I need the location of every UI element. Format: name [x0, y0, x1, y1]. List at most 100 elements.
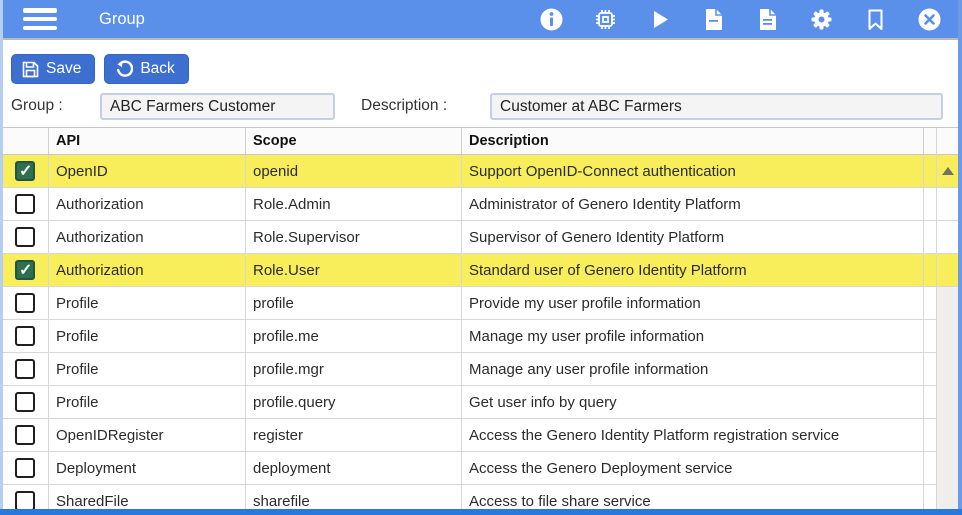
cell-scope: profile.query [245, 386, 461, 418]
topbar-icon-group [539, 7, 942, 32]
table-row[interactable]: OpenID openid Support OpenID-Connect aut… [3, 155, 936, 188]
cell-api: Authorization [48, 254, 245, 286]
table-row[interactable]: Authorization Role.Admin Administrator o… [3, 188, 936, 221]
table-scrollbar[interactable] [936, 128, 958, 515]
row-checkbox[interactable] [15, 458, 35, 478]
cell-spacer [923, 386, 936, 418]
description-input[interactable] [490, 93, 943, 120]
scrollbar-segment [937, 221, 958, 254]
row-checkbox[interactable] [15, 425, 35, 445]
cell-scope: Role.User [245, 254, 461, 286]
row-checkbox[interactable] [15, 293, 35, 313]
scopes-table: API Scope Description OpenID openid Supp… [3, 127, 958, 515]
cell-spacer [923, 254, 936, 286]
row-checkbox[interactable] [15, 260, 35, 280]
cell-scope: register [245, 419, 461, 451]
table-row[interactable]: Profile profile.me Manage my user profil… [3, 320, 936, 353]
debug-chip-icon[interactable] [593, 7, 618, 32]
cell-api: Profile [48, 353, 245, 385]
table-header-row: API Scope Description [3, 128, 936, 155]
cell-api: Profile [48, 386, 245, 418]
cell-api: Profile [48, 287, 245, 319]
menu-icon[interactable] [23, 8, 57, 30]
cell-spacer [923, 155, 936, 187]
table-row[interactable]: Profile profile Provide my user profile … [3, 287, 936, 320]
form-row: Group : Description : [3, 91, 958, 125]
table-row[interactable]: Profile profile.mgr Manage any user prof… [3, 353, 936, 386]
save-button[interactable]: Save [11, 54, 95, 84]
cell-api: Deployment [48, 452, 245, 484]
table-row[interactable]: Authorization Role.User Standard user of… [3, 254, 936, 287]
cell-description: Standard user of Genero Identity Platfor… [461, 254, 923, 286]
back-undo-icon [115, 60, 133, 78]
scrollbar-segment [937, 254, 958, 287]
document-lines-icon[interactable] [755, 7, 780, 32]
row-checkbox[interactable] [15, 161, 35, 181]
cell-api: OpenIDRegister [48, 419, 245, 451]
table-row[interactable]: OpenIDRegister register Access the Gener… [3, 419, 936, 452]
row-checkbox[interactable] [15, 326, 35, 346]
toolbar: Save Back [3, 40, 958, 91]
scroll-up-arrow-icon[interactable] [942, 167, 954, 175]
page-title: Group [99, 10, 145, 29]
cell-description: Access the Genero Deployment service [461, 452, 923, 484]
cell-spacer [923, 320, 936, 352]
row-checkbox[interactable] [15, 359, 35, 379]
cell-api: Authorization [48, 221, 245, 253]
cell-spacer [923, 221, 936, 253]
top-bar: Group [3, 0, 958, 40]
table-row[interactable]: Deployment deployment Access the Genero … [3, 452, 936, 485]
app-window: Group [0, 0, 962, 515]
window-bottom-bar [0, 509, 962, 515]
column-header-spacer [923, 128, 936, 154]
cell-scope: profile.mgr [245, 353, 461, 385]
group-label: Group : [11, 97, 63, 115]
group-input[interactable] [100, 93, 335, 120]
table-row[interactable]: Profile profile.query Get user info by q… [3, 386, 936, 419]
save-icon [22, 61, 39, 78]
cell-description: Access the Genero Identity Platform regi… [461, 419, 923, 451]
row-checkbox[interactable] [15, 194, 35, 214]
checkbox-column-header [3, 128, 48, 154]
cell-scope: profile.me [245, 320, 461, 352]
run-icon[interactable] [647, 7, 672, 32]
cell-description: Manage my user profile information [461, 320, 923, 352]
info-icon[interactable] [539, 7, 564, 32]
column-header-api[interactable]: API [48, 128, 245, 154]
document-icon[interactable] [701, 7, 726, 32]
cell-scope: deployment [245, 452, 461, 484]
back-button[interactable]: Back [104, 54, 188, 84]
cell-description: Support OpenID-Connect authentication [461, 155, 923, 187]
cell-scope: Role.Supervisor [245, 221, 461, 253]
cell-description: Manage any user profile information [461, 353, 923, 385]
scrollbar-track[interactable] [937, 287, 958, 515]
cell-description: Administrator of Genero Identity Platfor… [461, 188, 923, 220]
back-button-label: Back [140, 60, 174, 78]
cell-spacer [923, 287, 936, 319]
row-checkbox[interactable] [15, 392, 35, 412]
cell-spacer [923, 353, 936, 385]
column-header-description[interactable]: Description [461, 128, 923, 154]
save-button-label: Save [46, 60, 81, 78]
row-checkbox[interactable] [15, 227, 35, 247]
bookmark-icon[interactable] [863, 7, 888, 32]
cell-description: Get user info by query [461, 386, 923, 418]
cell-spacer [923, 419, 936, 451]
description-label: Description : [361, 97, 447, 115]
cell-scope: Role.Admin [245, 188, 461, 220]
scrollbar-up-button[interactable] [937, 155, 958, 188]
cell-spacer [923, 188, 936, 220]
column-header-scope[interactable]: Scope [245, 128, 461, 154]
row-checkbox[interactable] [15, 491, 35, 511]
table-body: OpenID openid Support OpenID-Connect aut… [3, 155, 936, 515]
scrollbar-segment [937, 188, 958, 221]
cell-spacer [923, 452, 936, 484]
cell-api: Profile [48, 320, 245, 352]
settings-icon[interactable] [809, 7, 834, 32]
close-icon[interactable] [917, 7, 942, 32]
cell-description: Supervisor of Genero Identity Platform [461, 221, 923, 253]
cell-api: OpenID [48, 155, 245, 187]
cell-api: Authorization [48, 188, 245, 220]
table-row[interactable]: Authorization Role.Supervisor Supervisor… [3, 221, 936, 254]
cell-scope: profile [245, 287, 461, 319]
